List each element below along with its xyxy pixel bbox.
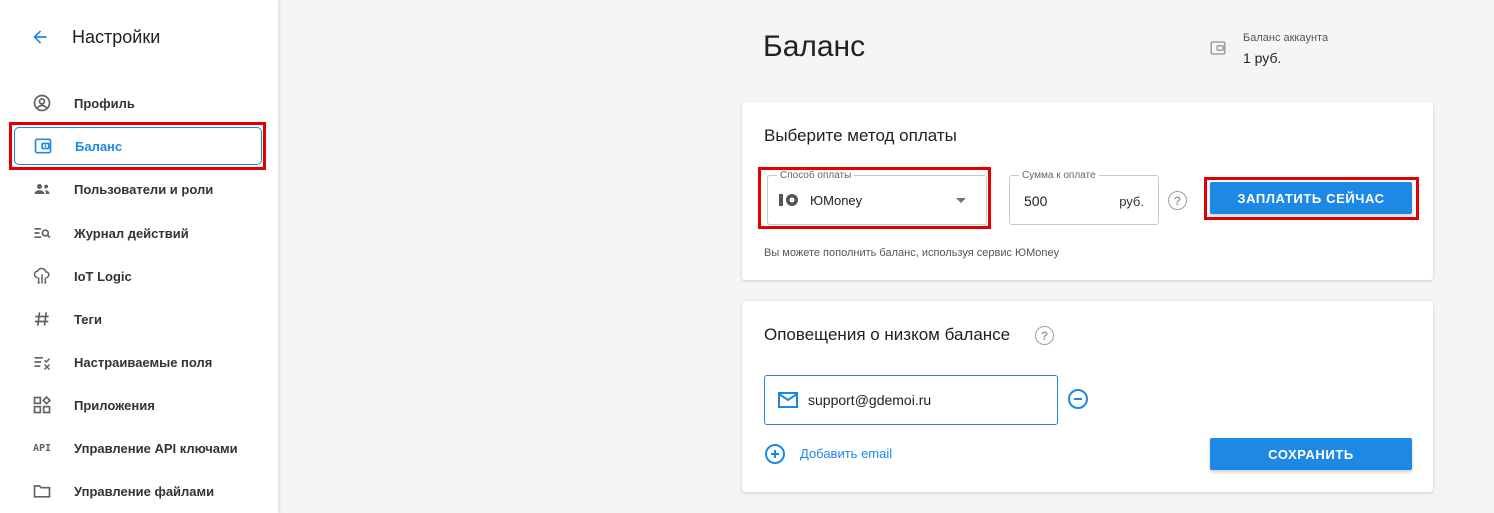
sidebar-item-label: Профиль [74, 95, 135, 111]
alerts-card-title: Оповещения о низком балансе [764, 325, 1011, 344]
amount-input[interactable]: Сумма к оплате 500 руб. [1009, 170, 1159, 225]
api-icon: API [32, 442, 52, 454]
yoomoney-logo-icon [779, 193, 799, 209]
sidebar-item-audit-log[interactable]: Журнал действий [14, 214, 262, 252]
amount-value: 500 [1024, 193, 1048, 209]
sidebar-item-label: Управление файлами [74, 483, 215, 499]
pay-now-button[interactable]: ЗАПЛАТИТЬ СЕЙЧАС [1210, 182, 1412, 214]
account-circle-icon [32, 93, 52, 113]
add-email-icon[interactable] [765, 444, 785, 464]
payment-card-title: Выберите метод оплаты [764, 126, 957, 145]
sidebar-item-api-keys[interactable]: API Управление API ключами [14, 429, 262, 467]
sidebar-item-label: Приложения [74, 397, 155, 413]
sidebar-item-files[interactable]: Управление файлами [14, 472, 262, 510]
apps-icon [32, 395, 52, 415]
amount-unit: руб. [1119, 194, 1144, 209]
sidebar-title: Настройки [72, 26, 161, 47]
sidebar-item-label: IoT Logic [74, 268, 132, 284]
wallet-icon [33, 136, 53, 156]
remove-email-icon[interactable] [1068, 389, 1088, 409]
sidebar-item-label: Баланс [75, 138, 123, 154]
page-title: Баланс [763, 30, 866, 63]
sidebar-item-custom-fields[interactable]: Настраиваемые поля [14, 343, 262, 381]
payment-method-value: ЮMoney [810, 193, 863, 208]
hashtag-icon [32, 309, 52, 329]
mail-icon [778, 392, 798, 408]
dropdown-arrow-icon [956, 198, 966, 203]
email-field[interactable]: support@gdemoi.ru [764, 375, 1058, 425]
arrow-back-icon[interactable] [30, 26, 52, 48]
low-balance-alerts-card: Оповещения о низком балансе ? support@gd… [742, 301, 1433, 492]
users-icon [32, 179, 52, 199]
amount-label: Сумма к оплате [1019, 170, 1099, 181]
sidebar-item-label: Пользователи и роли [74, 181, 214, 197]
sidebar-item-label: Теги [74, 311, 102, 327]
list-search-icon [32, 223, 52, 243]
sidebar-item-profile[interactable]: Профиль [14, 84, 262, 122]
sidebar-item-apps[interactable]: Приложения [14, 386, 262, 424]
sidebar-item-tags[interactable]: Теги [14, 300, 262, 338]
help-icon[interactable]: ? [1168, 191, 1187, 210]
payment-method-select[interactable]: Способ оплаты ЮMoney [767, 170, 987, 225]
payment-method-label: Способ оплаты [777, 170, 855, 181]
sidebar-item-label: Настраиваемые поля [74, 354, 213, 370]
folder-icon [32, 481, 52, 501]
sidebar-item-users[interactable]: Пользователи и роли [14, 170, 262, 208]
email-value: support@gdemoi.ru [808, 392, 932, 408]
account-balance: Баланс аккаунта 1 руб. [1209, 32, 1328, 66]
sidebar-item-balance[interactable]: Баланс [14, 127, 262, 165]
payment-method-card: Выберите метод оплаты Способ оплаты ЮMon… [742, 102, 1433, 280]
help-icon[interactable]: ? [1035, 326, 1054, 345]
list-check-icon [32, 352, 52, 372]
account-balance-value: 1 руб. [1243, 50, 1282, 66]
wallet-icon [1209, 39, 1229, 59]
settings-sidebar: Настройки Профиль Баланс Пользователи и … [0, 0, 278, 513]
sidebar-item-label: Управление API ключами [74, 440, 238, 456]
sidebar-item-iot-logic[interactable]: IoT Logic [14, 257, 262, 295]
payment-hint: Вы можете пополнить баланс, используя се… [764, 247, 1060, 259]
save-button[interactable]: СОХРАНИТЬ [1210, 438, 1412, 470]
sidebar-item-label: Журнал действий [74, 225, 189, 241]
account-balance-caption: Баланс аккаунта [1243, 32, 1329, 44]
sidebar-header: Настройки [30, 24, 160, 50]
add-email-link[interactable]: Добавить email [800, 446, 892, 461]
cloud-tree-icon [32, 266, 52, 286]
